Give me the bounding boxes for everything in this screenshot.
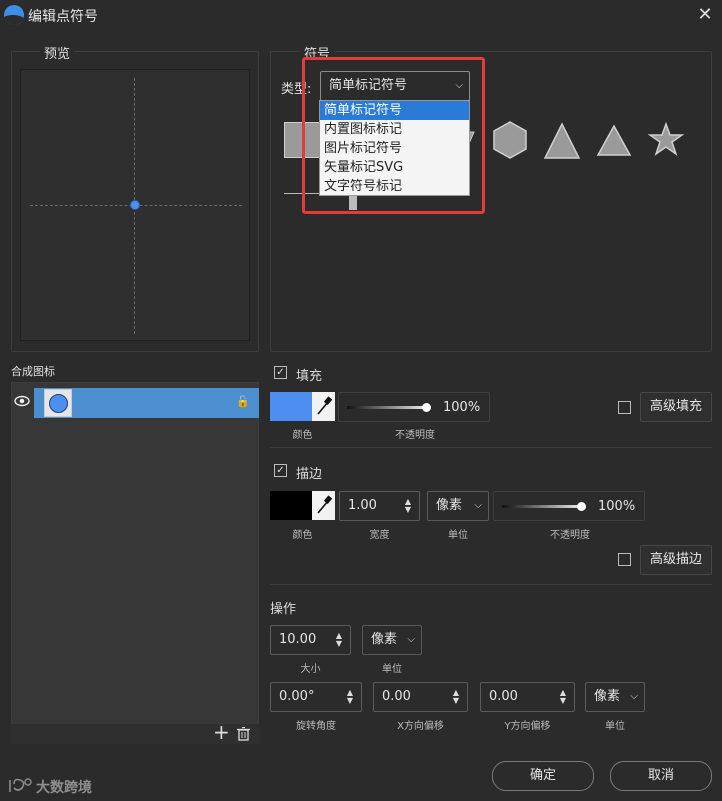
fill-label: 填充 bbox=[296, 369, 323, 384]
fill-opacity-thumb[interactable] bbox=[422, 403, 431, 412]
shape-triangle-button[interactable] bbox=[537, 118, 589, 162]
stroke-unit-select[interactable]: 像素 ⌵ bbox=[427, 491, 489, 521]
spin-arrows-icon[interactable]: ▲ ▼ bbox=[405, 498, 411, 514]
stroke-operation-divider bbox=[270, 584, 712, 585]
size-unit-caption: 单位 bbox=[382, 664, 402, 675]
stroke-opacity-caption: 不透明度 bbox=[550, 530, 590, 541]
close-icon[interactable]: ✕ bbox=[694, 4, 716, 26]
y-offset-caption: Y方向偏移 bbox=[504, 721, 551, 732]
y-offset-spinbox[interactable]: 0.00 ▲ ▼ bbox=[480, 682, 575, 712]
ok-button[interactable]: 确定 bbox=[492, 761, 594, 791]
stroke-color-swatch[interactable] bbox=[270, 491, 312, 520]
stroke-color-caption: 颜色 bbox=[292, 530, 313, 541]
shape-triangle-small-button[interactable] bbox=[588, 118, 640, 162]
fill-stroke-divider bbox=[270, 447, 712, 448]
stroke-opacity-slider[interactable]: 100% bbox=[493, 491, 645, 521]
eyedropper-icon bbox=[317, 396, 333, 415]
cancel-button[interactable]: 取消 bbox=[610, 761, 712, 791]
size-value: 10.00 bbox=[279, 632, 317, 647]
operation-title: 操作 bbox=[270, 602, 297, 617]
size-caption: 大小 bbox=[300, 664, 321, 675]
fill-color-swatch[interactable] bbox=[270, 392, 312, 421]
stroke-opacity-track bbox=[502, 505, 582, 508]
fill-opacity-caption: 不透明度 bbox=[395, 430, 435, 441]
fill-opacity-value: 100% bbox=[443, 400, 481, 415]
stroke-width-spinbox[interactable]: 1.00 ▲ ▼ bbox=[339, 491, 420, 521]
offset-unit-value: 像素 bbox=[594, 689, 621, 704]
stroke-label: 描边 bbox=[296, 467, 323, 482]
title-bar bbox=[0, 0, 722, 30]
x-offset-spinbox[interactable]: 0.00 ▲ ▼ bbox=[373, 682, 468, 712]
watermark-text: 大数跨境 bbox=[36, 780, 92, 796]
rotation-caption: 旋转角度 bbox=[296, 721, 336, 732]
stroke-opacity-thumb[interactable] bbox=[577, 502, 586, 511]
window-title: 编辑点符号 bbox=[28, 9, 98, 25]
x-offset-value: 0.00 bbox=[382, 689, 411, 704]
fill-opacity-track bbox=[347, 406, 427, 409]
triangle-icon bbox=[543, 122, 581, 159]
rotation-value: 0.00° bbox=[279, 689, 315, 704]
layer-circle-icon bbox=[49, 394, 68, 413]
rotation-spinbox[interactable]: 0.00° ▲ ▼ bbox=[270, 682, 362, 712]
composite-layer-list bbox=[11, 382, 259, 744]
shape-star-button[interactable] bbox=[640, 118, 692, 162]
stroke-checkbox[interactable]: ✓ bbox=[274, 464, 287, 477]
layer-thumbnail bbox=[44, 389, 72, 417]
app-logo-icon bbox=[4, 5, 24, 25]
watermark-logo bbox=[8, 776, 34, 794]
stroke-width-value: 1.00 bbox=[348, 498, 377, 513]
size-unit-value: 像素 bbox=[371, 632, 398, 647]
stroke-unit-caption: 单位 bbox=[448, 530, 468, 541]
add-layer-icon[interactable]: + bbox=[213, 720, 230, 744]
composite-title: 合成图标 bbox=[11, 365, 55, 378]
advanced-stroke-checkbox[interactable] bbox=[618, 553, 631, 566]
spin-arrows-icon[interactable]: ▲ ▼ bbox=[347, 689, 353, 705]
preview-title: 预览 bbox=[40, 43, 75, 62]
triangle-small-icon bbox=[596, 124, 632, 156]
lock-open-icon[interactable]: 🔓 bbox=[236, 395, 250, 408]
stroke-width-caption: 宽度 bbox=[369, 530, 390, 541]
hexagon-icon bbox=[493, 121, 527, 159]
stroke-eyedropper-button[interactable] bbox=[312, 491, 335, 520]
chevron-down-icon: ⌵ bbox=[474, 500, 482, 511]
fill-checkbox[interactable]: ✓ bbox=[274, 366, 287, 379]
size-spinbox[interactable]: 10.00 ▲ ▼ bbox=[270, 625, 351, 655]
delete-layer-icon[interactable] bbox=[237, 726, 250, 741]
shape-hexagon-button[interactable] bbox=[486, 118, 538, 162]
fill-color-caption: 颜色 bbox=[292, 430, 313, 441]
highlight-annotation-box bbox=[302, 57, 485, 214]
spin-arrows-icon[interactable]: ▲ ▼ bbox=[453, 689, 459, 705]
stroke-opacity-value: 100% bbox=[598, 499, 636, 514]
advanced-fill-button[interactable]: 高级填充 bbox=[640, 392, 712, 422]
spin-arrows-icon[interactable]: ▲ ▼ bbox=[560, 689, 566, 705]
offset-unit-caption: 单位 bbox=[605, 721, 625, 732]
x-offset-caption: X方向偏移 bbox=[397, 721, 444, 732]
eyedropper-icon bbox=[317, 495, 333, 514]
size-unit-select[interactable]: 像素 ⌵ bbox=[362, 625, 422, 655]
advanced-stroke-button[interactable]: 高级描边 bbox=[640, 545, 712, 575]
preview-point-symbol bbox=[130, 200, 140, 210]
y-offset-value: 0.00 bbox=[489, 689, 518, 704]
advanced-fill-checkbox[interactable] bbox=[618, 401, 631, 414]
chevron-down-icon: ⌵ bbox=[407, 634, 415, 645]
fill-eyedropper-button[interactable] bbox=[312, 392, 335, 421]
visibility-eye-icon[interactable] bbox=[14, 394, 30, 408]
chevron-down-icon: ⌵ bbox=[630, 691, 638, 702]
offset-unit-select[interactable]: 像素 ⌵ bbox=[585, 682, 645, 712]
stroke-unit-value: 像素 bbox=[436, 498, 463, 513]
star-icon bbox=[647, 121, 685, 156]
spin-arrows-icon[interactable]: ▲ ▼ bbox=[336, 632, 342, 648]
fill-opacity-slider[interactable]: 100% bbox=[338, 392, 490, 422]
